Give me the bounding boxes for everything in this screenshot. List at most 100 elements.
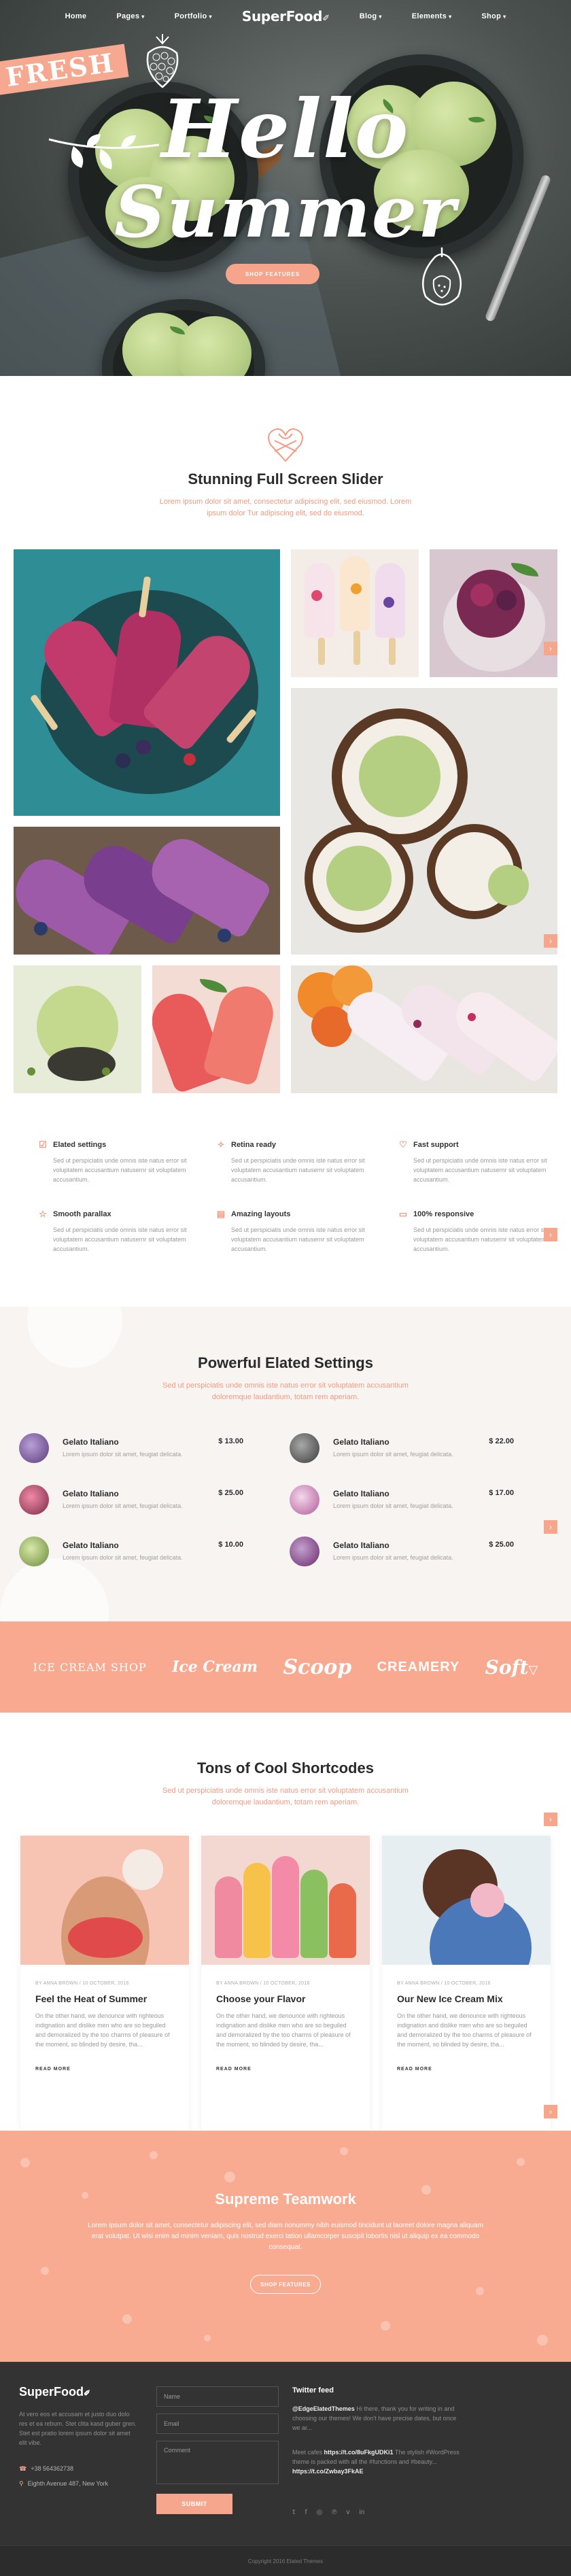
menu-item[interactable]: Gelato Italiano Lorem ipsum dolor sit am… [19, 1536, 243, 1569]
footer: SuperFood✐ At vero eos et accusam et jus… [0, 2362, 571, 2576]
menu-item-image [19, 1536, 49, 1566]
twitter-feed-title: Twitter feed [292, 2386, 334, 2394]
blog-section-title: Tons of Cool Shortcodes [197, 1759, 374, 1776]
blog-post-image [20, 1836, 189, 1965]
feature-amazing-layouts: ▤ Amazing layouts Sed ut perspiciatis und… [216, 1209, 365, 1252]
nav-item-shop[interactable]: Shop ▾ [481, 12, 506, 20]
nav-item-blog[interactable]: Blog ▾ [360, 12, 382, 20]
blog-post-title[interactable]: Choose your Flavor [216, 1993, 305, 2004]
gallery-tile-yogurt-pops[interactable] [291, 965, 557, 1093]
scroll-arrow-icon[interactable]: › [544, 1228, 557, 1241]
gallery-tile-berry-cup[interactable] [430, 549, 557, 677]
gallery-tile-watermelon-pops[interactable] [152, 965, 280, 1093]
chevron-down-icon: ▾ [209, 14, 212, 20]
gallery-tile-pistachio-scoop[interactable] [14, 965, 141, 1093]
name-field[interactable]: Name [156, 2386, 279, 2407]
blog-post-image [201, 1836, 370, 1965]
facebook-icon[interactable]: f [305, 2509, 307, 2516]
pinterest-icon[interactable]: ℗ [332, 2509, 336, 2516]
location-pin-icon: ⚲ [19, 2480, 24, 2487]
hero-shop-button[interactable]: SHOP FEATURES [226, 264, 319, 284]
check-square-icon: ☑ [39, 1139, 47, 1150]
feature-retina-ready: ✧ Retina ready Sed ut perspiciatis unde o… [217, 1139, 365, 1183]
footer-phone: ☎ +38 564362738 [19, 2465, 74, 2472]
menu-item[interactable]: Gelato Italiano Lorem ipsum dolor sit am… [19, 1433, 243, 1466]
tweet-link[interactable]: https://t.co/8uFkgUDKi1 [324, 2449, 394, 2456]
instagram-icon[interactable]: ◎ [316, 2509, 322, 2516]
nav-item-pages[interactable]: Pages ▾ [116, 12, 144, 20]
linkedin-icon[interactable]: in [360, 2509, 365, 2516]
menu-item[interactable]: Gelato Italiano Lorem ipsum dolor sit am… [290, 1536, 514, 1569]
hero-title-line2: Summer [114, 170, 457, 254]
hero-title-line1: Hello [161, 82, 410, 176]
scroll-arrow-icon[interactable]: › [544, 1520, 557, 1534]
read-more-link[interactable]: READ MORE [35, 2067, 71, 2072]
gallery-tile-purple-popsicles[interactable] [14, 827, 280, 955]
blog-post-image [382, 1836, 551, 1965]
footer-logo[interactable]: SuperFood✐ [19, 2385, 90, 2399]
nav-item-home[interactable]: Home [65, 12, 87, 20]
brand-logo[interactable]: Soft▽ [485, 1656, 538, 1679]
feature-responsive: ▭ 100% responsive Sed ut perspiciatis und… [398, 1209, 547, 1252]
brand-logo[interactable]: Scoop [283, 1655, 351, 1679]
blog-section-subtitle: Sed ut perspiciatis unde omnis iste natu… [162, 1787, 409, 1806]
menu-section-title: Powerful Elated Settings [198, 1354, 373, 1371]
slider-section-subtitle: Lorem ipsum dolor sit amet, consectetur … [159, 498, 412, 517]
star-icon: ☆ [39, 1209, 47, 1219]
blog-post-card[interactable]: BY ANNA BROWN / 10 OCTOBER, 2016 Choose … [201, 1836, 370, 2131]
read-more-link[interactable]: READ MORE [216, 2067, 252, 2072]
menu-item-image [290, 1536, 319, 1566]
teamwork-section: Supreme Teamwork Lorem ipsum dolor sit a… [0, 2131, 571, 2362]
menu-item-image [19, 1485, 49, 1515]
main-nav: Home Pages ▾ Portfolio ▾ SuperFood✐ Blog ▾ … [0, 0, 571, 33]
menu-item-image [19, 1433, 49, 1463]
read-more-link[interactable]: READ MORE [397, 2067, 432, 2072]
spoon-icon: ✐ [84, 2388, 91, 2398]
bulb-icon: ✧ [217, 1139, 225, 1150]
menu-item[interactable]: Gelato Italiano Lorem ipsum dolor sit am… [19, 1485, 243, 1517]
blog-post-title[interactable]: Our New Ice Cream Mix [397, 1993, 503, 2004]
brand-logo[interactable]: ICE CREAM SHOP [33, 1661, 147, 1674]
layout-icon: ▤ [216, 1209, 226, 1219]
gallery-tile-berry-popsicles[interactable] [14, 549, 280, 816]
nav-item-elements[interactable]: Elements ▾ [412, 12, 452, 20]
brand-logos-strip: ICE CREAM SHOP Ice Cream Scoop CREAMERY … [0, 1621, 571, 1713]
feature-smooth-parallax: ☆ Smooth parallax Sed ut perspiciatis und… [39, 1209, 187, 1252]
percent-icon: ▭ [398, 1209, 408, 1219]
teamwork-button[interactable]: SHOP FEATURES [250, 2275, 321, 2294]
phone-icon: ☎ [19, 2465, 27, 2472]
menu-item[interactable]: Gelato Italiano Lorem ipsum dolor sit am… [290, 1433, 514, 1466]
menu-item[interactable]: Gelato Italiano Lorem ipsum dolor sit am… [290, 1485, 514, 1517]
copyright-bar: Copyright 2016 Elated Themes [0, 2545, 571, 2576]
site-logo[interactable]: SuperFood✐ [242, 8, 330, 24]
blog-post-card[interactable]: BY ANNA BROWN / 10 OCTOBER, 2016 Feel th… [20, 1836, 189, 2131]
vine-icon[interactable]: v [347, 2509, 350, 2516]
blog-post-title[interactable]: Feel the Heat of Summer [35, 1993, 147, 2004]
blog-post-card[interactable]: BY ANNA BROWN / 10 OCTOBER, 2016 Our New… [382, 1836, 551, 2131]
comment-field[interactable]: Comment [156, 2441, 279, 2484]
tweet-handle-link[interactable]: @EdgeElatedThemes [292, 2405, 355, 2412]
fig-doodle-icon [421, 247, 462, 306]
gallery-tile-fruit-pops[interactable] [291, 549, 419, 677]
submit-button[interactable]: SUBMIT [156, 2494, 232, 2514]
chevron-down-icon: ▾ [503, 14, 506, 20]
chevron-down-icon: ▾ [141, 14, 145, 20]
gallery-tile-coconut-gelato[interactable] [291, 688, 557, 955]
menu-item-image [290, 1433, 319, 1463]
brand-logo[interactable]: CREAMERY [377, 1660, 460, 1675]
slider-next-arrow-icon[interactable]: › [544, 934, 557, 948]
chevron-down-icon: ▾ [449, 14, 452, 20]
twitter-icon[interactable]: 𝕥 [292, 2509, 296, 2516]
footer-about: At vero eos et accusam et justo duo dolo… [19, 2411, 137, 2446]
scroll-arrow-icon[interactable]: › [544, 1813, 557, 1826]
chevron-down-icon: ▾ [379, 14, 382, 20]
copyright-text: Copyright 2016 Elated Themes [247, 2558, 324, 2564]
nav-item-portfolio[interactable]: Portfolio ▾ [175, 12, 212, 20]
brand-logo[interactable]: Ice Cream [172, 1658, 258, 1676]
tweet-link[interactable]: https://t.co/Zwbay3FkAE [292, 2468, 364, 2475]
footer-address: ⚲ Eighth Avenue 487, New York [19, 2480, 109, 2487]
scroll-arrow-icon[interactable]: › [544, 2105, 557, 2118]
slider-next-arrow-icon[interactable]: › [544, 642, 557, 655]
heart-emblem-icon [268, 428, 303, 462]
email-field[interactable]: Email [156, 2414, 279, 2434]
